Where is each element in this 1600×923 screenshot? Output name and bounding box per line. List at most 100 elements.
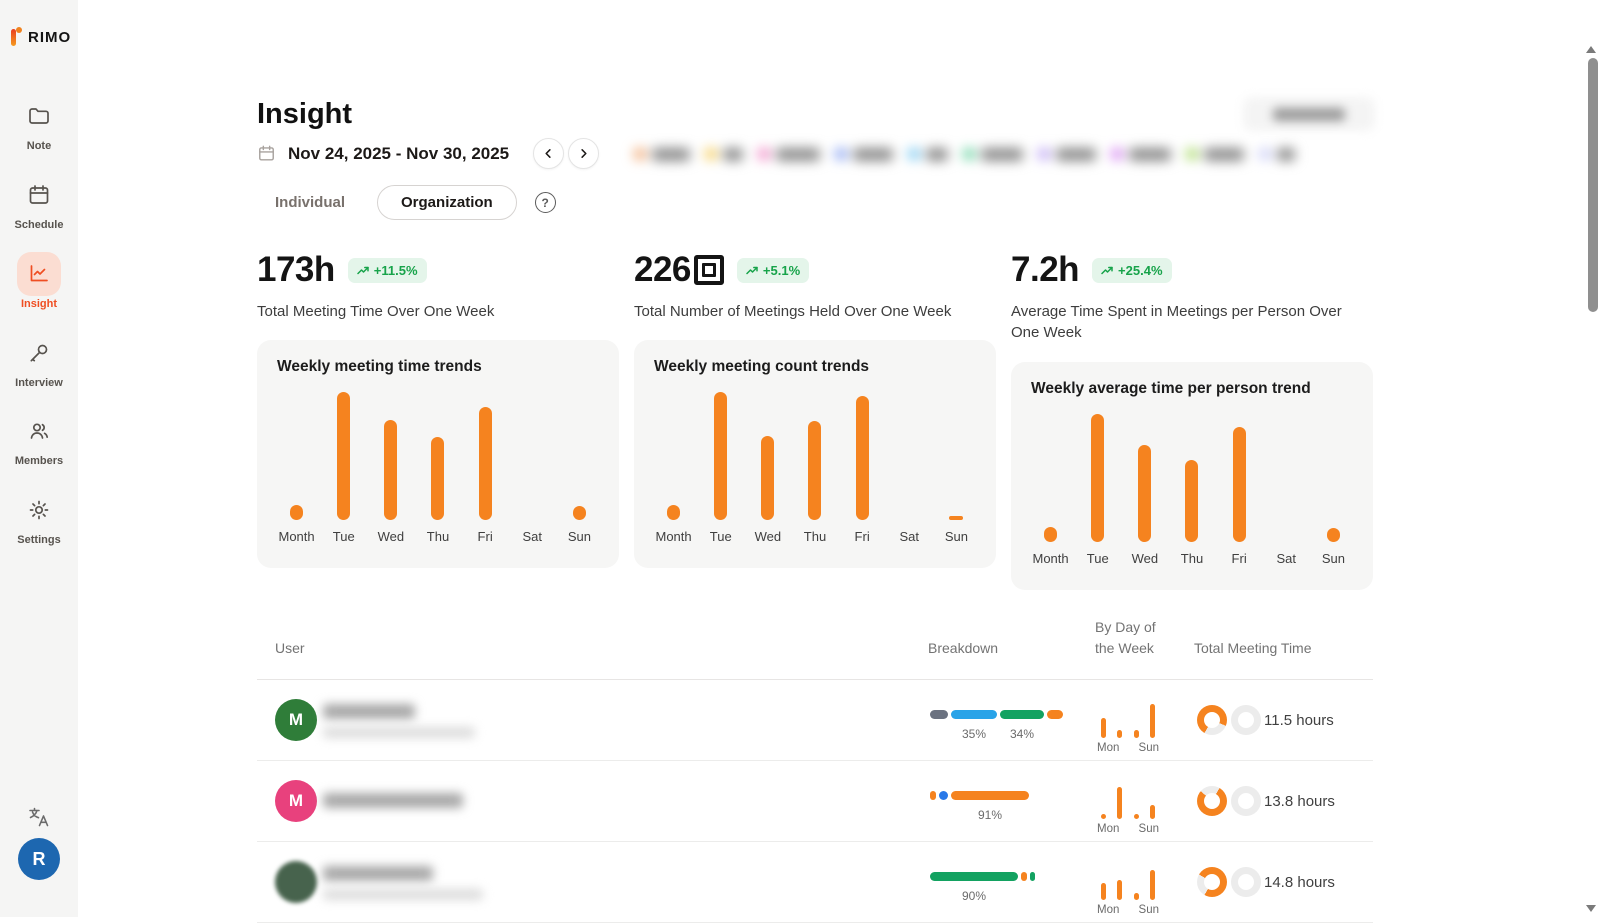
trend-bar bbox=[1327, 528, 1340, 542]
stat-total-meeting-time: 173h +11.5% Total Meeting Time Over One … bbox=[257, 250, 617, 322]
sidebar-item-note[interactable]: Note bbox=[0, 94, 78, 152]
table-row[interactable]: M 91% MonSun 13.8 hours bbox=[257, 761, 1373, 842]
trend-tick-label: Tue bbox=[333, 529, 355, 544]
legend-item[interactable] bbox=[908, 148, 948, 161]
legend-item[interactable] bbox=[705, 148, 743, 161]
trend-bar bbox=[856, 396, 869, 520]
blurred-legend-label bbox=[981, 148, 1023, 161]
legend-item[interactable] bbox=[963, 148, 1023, 161]
page-title: Insight bbox=[257, 98, 352, 131]
breakdown-segment bbox=[1047, 710, 1063, 719]
blurred-user-name bbox=[323, 704, 415, 719]
rimo-logo[interactable]: RIMO bbox=[11, 27, 71, 48]
breakdown-segment bbox=[1021, 872, 1027, 881]
by-day-bar bbox=[1150, 805, 1155, 819]
legend-color-dot bbox=[1259, 148, 1271, 160]
trend-bar bbox=[479, 407, 492, 520]
trend-bar bbox=[1138, 445, 1151, 542]
trend-tick-label: Wed bbox=[378, 529, 405, 544]
sidebar-item-insight[interactable]: Insight bbox=[0, 252, 78, 310]
total-meeting-time: 13.8 hours bbox=[1264, 793, 1335, 810]
legend-item[interactable] bbox=[1038, 148, 1096, 161]
trend-bar bbox=[667, 505, 680, 520]
breakdown-bar: 35%34% bbox=[930, 710, 1063, 741]
chevron-left-icon bbox=[543, 148, 554, 159]
trend-bar bbox=[573, 506, 586, 520]
legend-color-dot bbox=[1111, 148, 1123, 160]
tab-individual[interactable]: Individual bbox=[257, 185, 363, 220]
sidebar-item-interview[interactable]: Interview bbox=[0, 331, 78, 389]
sidebar-item-label: Schedule bbox=[0, 219, 78, 231]
stat-average-time-per-person: 7.2h +25.4% Average Time Spent in Meetin… bbox=[1011, 250, 1371, 343]
legend-color-dot bbox=[634, 148, 646, 160]
trend-tick-label: Tue bbox=[710, 529, 732, 544]
table-row[interactable]: 90% MonSun 14.8 hours bbox=[257, 842, 1373, 923]
meeting-time-donut-empty bbox=[1231, 786, 1261, 816]
blurred-legend-label bbox=[1129, 148, 1171, 161]
legend-color-dot bbox=[758, 148, 770, 160]
by-day-bar bbox=[1101, 718, 1106, 738]
trend-bar bbox=[337, 392, 350, 520]
date-range: Nov 24, 2025 - Nov 30, 2025 bbox=[288, 144, 509, 164]
legend-item[interactable] bbox=[1186, 148, 1244, 161]
by-day-label: Sun bbox=[1139, 823, 1159, 835]
blurred-legend-label bbox=[723, 148, 743, 161]
legend-item[interactable] bbox=[835, 148, 893, 161]
chart-card-meeting-count: Weekly meeting count trends MonthTueWedT… bbox=[634, 340, 996, 568]
by-day-mini-chart: MonSun bbox=[1097, 862, 1159, 916]
chart-title: Weekly average time per person trend bbox=[1031, 380, 1311, 398]
trend-tick-label: Thu bbox=[1181, 551, 1203, 566]
legend-color-dot bbox=[1186, 148, 1198, 160]
breakdown-bar: 91% bbox=[930, 791, 1029, 822]
blurred-user-email bbox=[323, 889, 483, 900]
blurred-control[interactable] bbox=[1243, 97, 1375, 131]
stat-value: 7.2h bbox=[1011, 250, 1079, 290]
breakdown-percent-label: 90% bbox=[962, 889, 986, 903]
trend-up-icon bbox=[746, 265, 758, 275]
trend-tick-label: Sun bbox=[1322, 551, 1345, 566]
column-header-user: User bbox=[275, 640, 305, 656]
tab-organization[interactable]: Organization bbox=[377, 185, 517, 220]
legend-item[interactable] bbox=[1259, 148, 1295, 161]
calendar-icon bbox=[27, 183, 51, 207]
table-header: User Breakdown By Day of the Week Total … bbox=[257, 605, 1373, 680]
total-meeting-time: 14.8 hours bbox=[1264, 874, 1335, 891]
breakdown-segment bbox=[930, 710, 948, 719]
previous-week-button[interactable] bbox=[533, 138, 564, 169]
gear-icon bbox=[27, 498, 51, 522]
trend-tick-label: Wed bbox=[1132, 551, 1159, 566]
breakdown-bar: 90% bbox=[930, 872, 1035, 903]
legend-item[interactable] bbox=[634, 148, 690, 161]
by-day-bar bbox=[1101, 883, 1106, 900]
column-header-breakdown: Breakdown bbox=[928, 640, 998, 656]
help-icon[interactable]: ? bbox=[535, 192, 556, 213]
scrollbar-thumb[interactable] bbox=[1588, 58, 1598, 312]
translate-icon bbox=[26, 804, 52, 830]
table-row[interactable]: M 35%34% MonSun 11.5 hours bbox=[257, 680, 1373, 761]
by-day-bar bbox=[1150, 870, 1155, 900]
legend-item[interactable] bbox=[1111, 148, 1171, 161]
sidebar-item-members[interactable]: Members bbox=[0, 409, 78, 467]
trend-tick-label: Wed bbox=[755, 529, 782, 544]
breakdown-segment bbox=[951, 791, 1029, 800]
sidebar-item-schedule[interactable]: Schedule bbox=[0, 173, 78, 231]
breakdown-segment bbox=[930, 791, 936, 800]
avatar[interactable]: R bbox=[18, 838, 60, 880]
date-range-row: Nov 24, 2025 - Nov 30, 2025 bbox=[257, 138, 599, 169]
blurred-user-email bbox=[323, 727, 475, 738]
next-week-button[interactable] bbox=[568, 138, 599, 169]
sidebar-item-settings[interactable]: Settings bbox=[0, 488, 78, 546]
trend-bar bbox=[761, 436, 774, 520]
chart-card-average-time: Weekly average time per person trend Mon… bbox=[1011, 362, 1373, 590]
trend-tick-label: Sat bbox=[523, 529, 543, 544]
legend-color-dot bbox=[705, 148, 717, 160]
scrollbar-up-arrow[interactable] bbox=[1586, 46, 1596, 53]
trend-bar bbox=[1233, 427, 1246, 542]
scrollbar-down-arrow[interactable] bbox=[1586, 905, 1596, 912]
language-button[interactable] bbox=[26, 804, 52, 835]
by-day-bar bbox=[1117, 730, 1122, 738]
delta-badge: +5.1% bbox=[737, 258, 809, 283]
avatar: M bbox=[275, 699, 317, 741]
legend-item[interactable] bbox=[758, 148, 820, 161]
trend-bar bbox=[714, 392, 727, 520]
